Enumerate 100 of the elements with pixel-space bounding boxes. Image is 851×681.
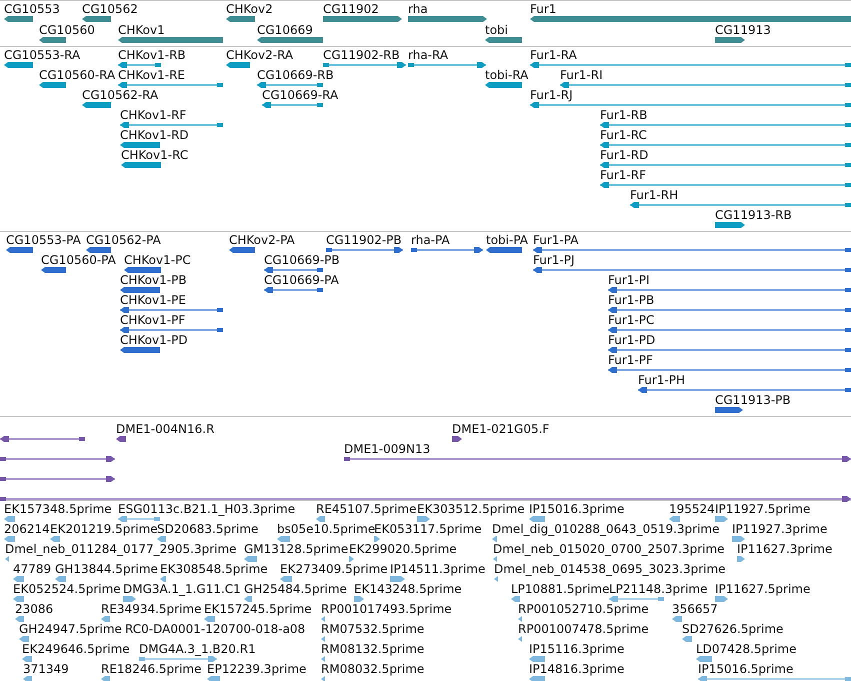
- feature-arrow[interactable]: [116, 436, 126, 442]
- feature-label: CG10562-RA: [82, 89, 158, 102]
- feature-label: Fur1: [530, 3, 556, 16]
- feature-label: CG11913-RB: [715, 209, 792, 222]
- feature-label: CG10560-PA: [41, 254, 116, 267]
- feature-label: IP15116.3prime: [529, 643, 624, 656]
- feature-label: CHKov1-PE: [120, 294, 186, 307]
- feature-label: rha-PA: [411, 234, 450, 247]
- feature-label: EK299020.5prime: [349, 543, 457, 556]
- feature-arrow[interactable]: [715, 407, 743, 413]
- feature-arrow[interactable]: [82, 102, 111, 108]
- feature-label: RP001052710.5prime: [518, 603, 649, 616]
- feature-label: Dmel_neb_015020_0700_2507.3prime: [493, 543, 725, 556]
- feature-label: DME1-021G05.F: [452, 423, 550, 436]
- feature-label: IP11627.5prime: [715, 583, 810, 596]
- feature-label: CHKov1-RB: [118, 49, 186, 62]
- feature-label: DMG3A.1_1.G11.C1: [123, 583, 241, 596]
- feature-label: RP001017493.5prime: [321, 603, 452, 616]
- feature-label: EK308548.5prime: [160, 563, 268, 576]
- feature-label: EK052524.5prime: [13, 583, 121, 596]
- feature-label: CG10562: [82, 3, 138, 16]
- feature-arrow[interactable]: [39, 82, 66, 88]
- feature-label: RP001007478.5prime: [518, 623, 649, 636]
- feature-label: CG10560-RA: [39, 69, 116, 82]
- feature-label: EP12239.3prime: [207, 663, 306, 676]
- feature-label: DMG4A.3_1.B20.R1: [139, 643, 256, 656]
- feature-label: CHKov1-RF: [120, 109, 186, 122]
- feature-arrow[interactable]: [41, 267, 66, 273]
- feature-label: EK143248.5prime: [354, 583, 462, 596]
- feature-label: LP21148.3prime: [609, 583, 708, 596]
- feature-label: CHKov1-PC: [124, 254, 191, 267]
- feature-label: Fur1-PD: [608, 334, 656, 347]
- feature-label: EK201219.5prime: [50, 523, 158, 536]
- feature-label: EK053117.5prime: [374, 523, 482, 536]
- feature-label: CG10669-PA: [264, 274, 339, 287]
- feature-arrow[interactable]: [120, 347, 160, 353]
- feature-arrow[interactable]: [715, 222, 745, 228]
- feature-label: RE45107.5prime: [316, 503, 416, 516]
- feature-label: rha: [408, 3, 428, 16]
- feature-arrow[interactable]: [120, 142, 160, 148]
- feature-arrow[interactable]: [39, 37, 66, 43]
- feature-label: Fur1-RH: [630, 189, 678, 202]
- feature-label: IP14816.3prime: [529, 663, 624, 676]
- feature-arrow[interactable]: [120, 287, 160, 293]
- feature-label: LP10881.5prime: [511, 583, 610, 596]
- feature-arrow[interactable]: [226, 16, 255, 22]
- feature-arrow[interactable]: [121, 162, 161, 168]
- feature-label: IP15016.5prime: [698, 663, 794, 676]
- feature-arrow[interactable]: [486, 247, 522, 253]
- feature-label: Fur1-RC: [600, 129, 647, 142]
- feature-label: Fur1-PI: [608, 274, 650, 287]
- feature-arrow[interactable]: [485, 82, 522, 88]
- feature-label: tobi: [485, 24, 508, 37]
- feature-label: IP15016.3prime: [529, 503, 624, 516]
- feature-label: CG11902-PB: [326, 234, 402, 247]
- feature-label: 47789: [13, 563, 52, 576]
- feature-label: 23086: [15, 603, 54, 616]
- feature-arrow[interactable]: [4, 62, 33, 68]
- feature-arrow[interactable]: [4, 16, 33, 22]
- feature-label: CHKov2-RA: [226, 49, 294, 62]
- feature-label: GH25484.5prime: [244, 583, 347, 596]
- feature-label: 195524: [669, 503, 715, 516]
- feature-label: Dmel_neb_014538_0695_3023.3prime: [494, 563, 726, 576]
- feature-arrow[interactable]: [452, 436, 462, 442]
- feature-arrow[interactable]: [82, 16, 111, 22]
- feature-label: Fur1-PF: [608, 354, 653, 367]
- feature-label: RM08032.5prime: [321, 663, 424, 676]
- feature-arrow[interactable]: [229, 247, 255, 253]
- feature-label: Fur1-PB: [608, 294, 654, 307]
- feature-label: LD07428.5prime: [696, 643, 797, 656]
- feature-label: CHKov2: [226, 3, 273, 16]
- feature-label: CHKov1-RC: [121, 149, 188, 162]
- feature-label: CG11902: [323, 3, 379, 16]
- feature-label: CG10560: [39, 24, 95, 37]
- feature-label: CG10669-PB: [264, 254, 340, 267]
- feature-arrow[interactable]: [226, 62, 250, 68]
- feature-label: Fur1-RD: [600, 149, 648, 162]
- feature-label: GM13128.5prime: [244, 543, 348, 556]
- feature-label: EK157245.5prime: [204, 603, 312, 616]
- feature-label: CHKov1-PF: [120, 314, 186, 327]
- feature-arrow[interactable]: [485, 37, 522, 43]
- feature-label: RE18246.5prime: [101, 663, 202, 676]
- feature-label: Fur1-RB: [600, 109, 648, 122]
- feature-label: CHKov2-PA: [229, 234, 295, 247]
- feature-label: IP14511.3prime: [390, 563, 486, 576]
- feature-arrow[interactable]: [6, 247, 33, 253]
- feature-label: RE34934.5prime: [101, 603, 202, 616]
- feature-arrow[interactable]: [257, 37, 323, 43]
- feature-label: CG11902-RB: [323, 49, 400, 62]
- feature-arrow[interactable]: [86, 247, 111, 253]
- feature-label: RC0-DA0001-120700-018-a08: [125, 623, 306, 636]
- feature-label: CG10562-PA: [86, 234, 161, 247]
- feature-label: CHKov1-RD: [120, 129, 189, 142]
- feature-label: CG10669-RA: [262, 89, 338, 102]
- feature-label: Dmel_neb_011284_0177_2905.3prime: [5, 543, 237, 556]
- feature-arrow[interactable]: [124, 267, 161, 273]
- feature-label: DME1-004N16.R: [116, 423, 214, 436]
- feature-label: Fur1-PA: [533, 234, 578, 247]
- feature-arrow[interactable]: [715, 37, 745, 43]
- feature-label: CG10553-PA: [6, 234, 81, 247]
